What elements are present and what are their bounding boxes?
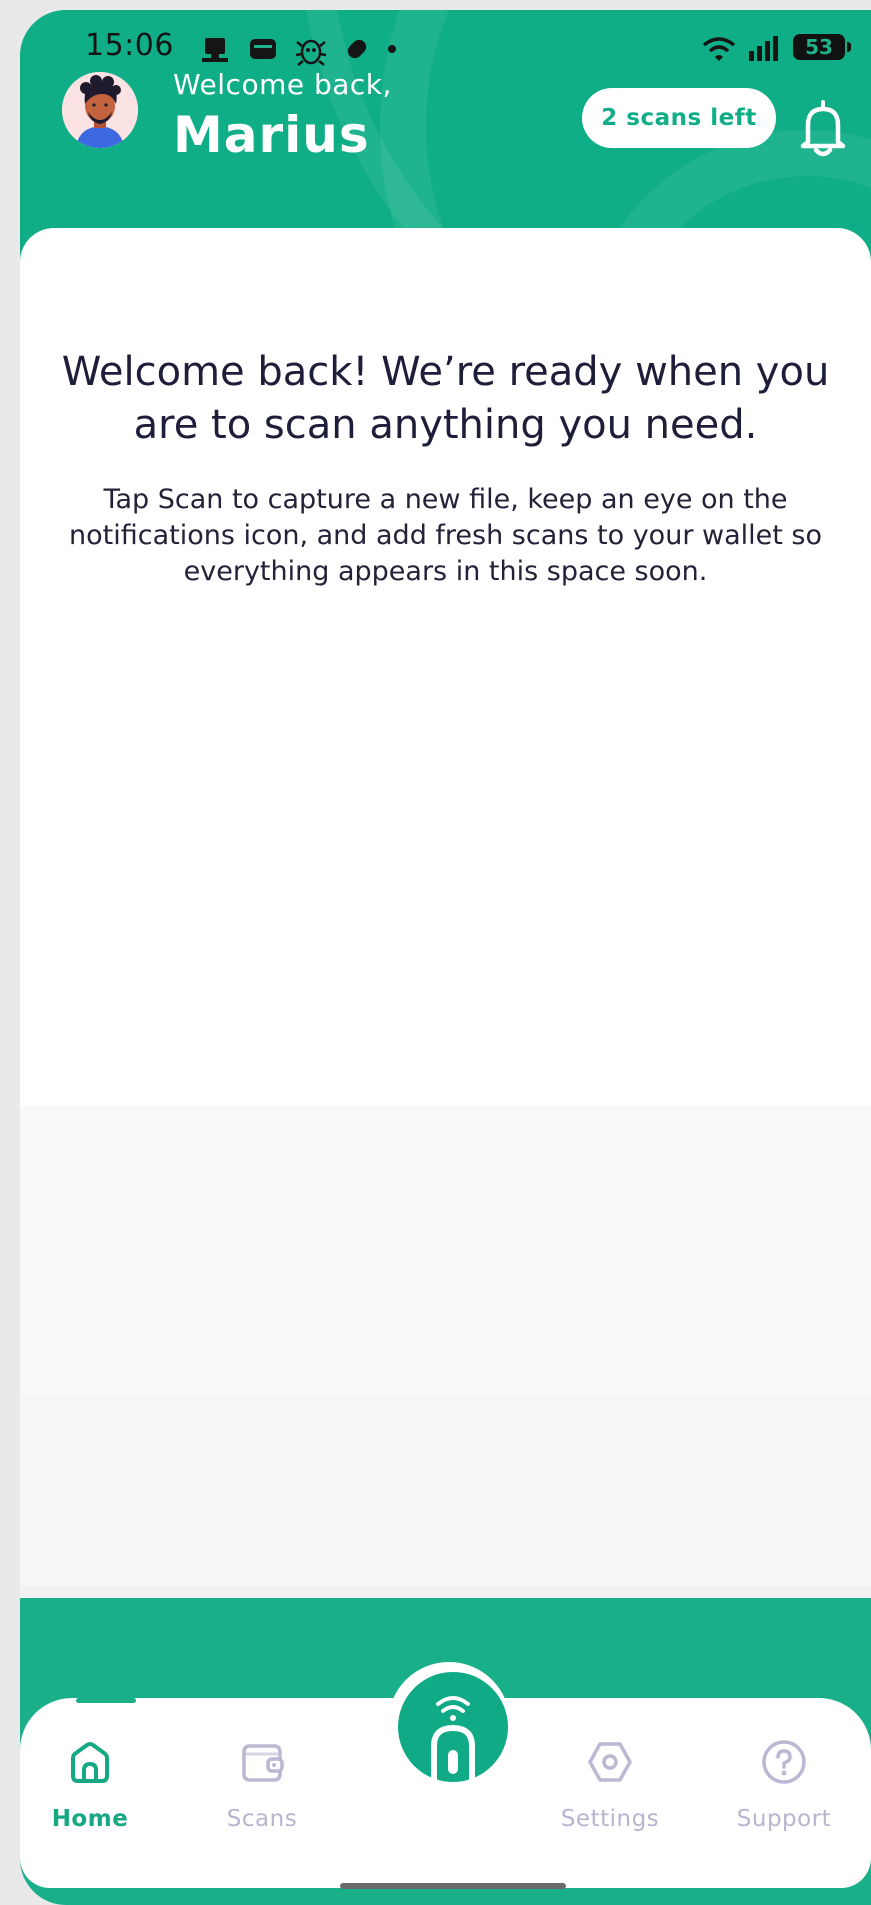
wallet-icon: [242, 1744, 284, 1782]
empty-state-area: [20, 1586, 871, 1598]
empty-state-description: Tap Scan to capture a new file, keep an …: [69, 484, 822, 587]
nav-item-support[interactable]: Support: [714, 1738, 854, 1832]
battery-icon: 53: [793, 34, 851, 60]
empty-state-headline: Welcome back! We’re ready when you are t…: [61, 349, 830, 448]
avatar[interactable]: [62, 72, 138, 148]
help-icon: [762, 1740, 806, 1784]
phone-screen: 15:06 53 Welcome back, Marius 2 scans le…: [20, 10, 871, 1905]
empty-state-area: [20, 1106, 871, 1396]
user-avatar-icon: [62, 72, 138, 148]
nfc-scan-icon: [431, 1696, 475, 1782]
nav-label-scans: Scans: [226, 1806, 298, 1832]
empty-state-area: [20, 1396, 871, 1586]
scan-button-background: [398, 1672, 508, 1782]
scans-left-button[interactable]: 2 scans left: [582, 88, 776, 148]
main-content: Welcome back! We’re ready when you are t…: [20, 228, 871, 1598]
nav-item-settings[interactable]: Settings: [540, 1738, 680, 1832]
nav-item-home[interactable]: Home: [20, 1738, 160, 1832]
nav-item-scans[interactable]: Scans: [192, 1738, 332, 1832]
username: Marius: [173, 106, 370, 164]
signal-icon: [749, 36, 778, 61]
wallet-icon: [250, 39, 276, 59]
device-icon: [202, 38, 228, 62]
greeting-text: Welcome back,: [173, 68, 392, 101]
bug-icon: [295, 39, 327, 66]
nav-label-support: Support: [736, 1806, 832, 1832]
settings-icon: [588, 1742, 632, 1782]
home-indicator[interactable]: [340, 1883, 566, 1889]
wifi-icon: [702, 37, 736, 61]
tag-icon: [347, 39, 367, 59]
scan-button[interactable]: [388, 1662, 510, 1784]
status-time: 15:06: [85, 28, 174, 63]
dot-icon: [388, 45, 396, 53]
active-tab-indicator: [76, 1698, 136, 1703]
header: 15:06 53 Welcome back, Marius 2 scans le…: [20, 10, 871, 260]
status-bar: 15:06 53: [85, 28, 851, 70]
nav-label-home: Home: [51, 1806, 129, 1832]
bell-icon[interactable]: [796, 98, 850, 158]
nav-label-settings: Settings: [560, 1806, 660, 1832]
home-icon: [71, 1742, 109, 1783]
